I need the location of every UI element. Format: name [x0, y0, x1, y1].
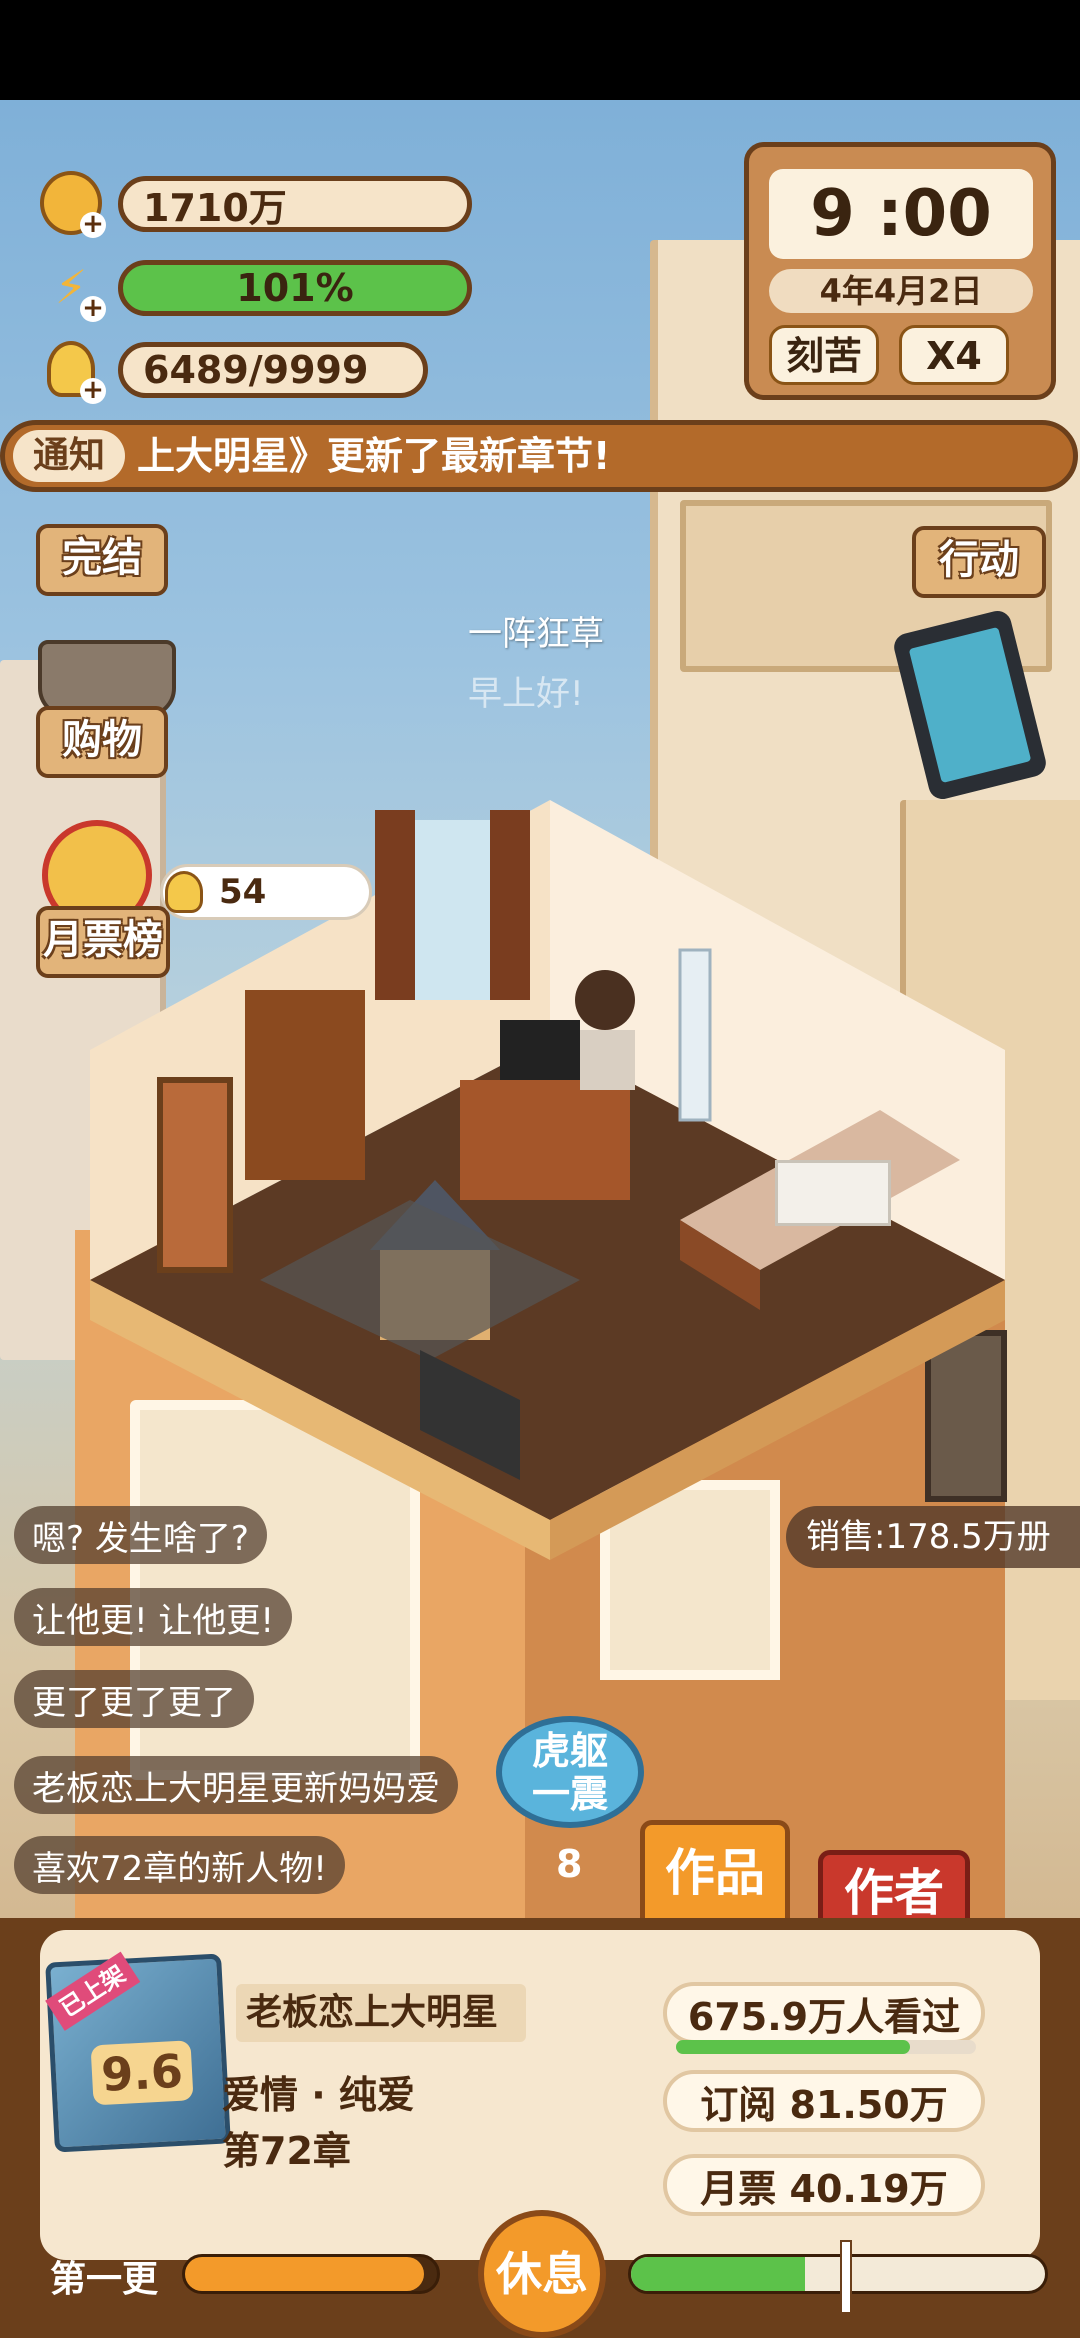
floating-text-1: 一阵狂草 — [468, 614, 604, 654]
plus-icon: + — [80, 211, 106, 238]
shelved-badge: 已上架 — [45, 1951, 141, 2031]
lightbulb-icon — [165, 871, 203, 913]
coin-icon: + — [40, 171, 106, 238]
ac-unit — [775, 1160, 891, 1226]
inspiration-stat[interactable]: + 6489/9999 — [40, 338, 440, 408]
readers-progress-fill — [676, 2040, 910, 2054]
chat-message: 更了更了更了 — [14, 1670, 254, 1728]
update-progress-track — [182, 2254, 440, 2294]
combo-label-bottom: 一震 — [531, 1772, 608, 1816]
inspiration-value: 6489/9999 — [118, 342, 428, 398]
mode-button[interactable]: 刻苦 — [769, 325, 879, 385]
combo-count: 8 — [556, 1842, 583, 1886]
chat-message: 嗯? 发生啥了? — [14, 1506, 267, 1564]
book-score: 9.6 — [90, 2040, 194, 2106]
clock-date: 4年4月2日 — [769, 269, 1033, 313]
notice-text: 上大明星》更新了最新章节! — [137, 434, 611, 478]
combo-label-top: 虎躯 — [531, 1729, 608, 1773]
energy-bar: 101% — [118, 260, 472, 316]
plus-icon: + — [80, 295, 106, 322]
energy-stat[interactable]: ⚡ + 101% — [40, 256, 472, 326]
lightning-icon: ⚡ + — [40, 256, 106, 322]
subscribe-pill: 订阅 81.50万 — [663, 2070, 985, 2132]
coins-value: 1710万 — [118, 176, 472, 232]
book-title: 老板恋上大明星 — [236, 1984, 526, 2042]
progress-marker — [840, 2240, 852, 2314]
finish-button[interactable]: 完结 — [36, 524, 168, 596]
energy-progress-track — [628, 2254, 1048, 2294]
floating-text-2: 早上好! — [468, 674, 584, 714]
combo-button[interactable]: 虎躯 一震 — [496, 1716, 644, 1828]
plus-icon: + — [80, 377, 106, 404]
action-button[interactable]: 行动 — [912, 526, 1046, 598]
clock-panel: 9 :00 4年4月2日 刻苦 X4 — [744, 142, 1056, 400]
book-cover[interactable]: 已上架 9.6 — [45, 1951, 231, 2153]
chat-message: 老板恋上大明星更新妈妈爱 — [14, 1756, 458, 1814]
tab-works[interactable]: 作品 — [640, 1820, 790, 1920]
monthly-votes-text: 月票 40.19万 — [700, 2166, 948, 2211]
coins-text: 1710万 — [143, 185, 287, 230]
idea-bubble[interactable]: 54 — [160, 864, 372, 920]
sales-badge: 销售:178.5万册 — [786, 1506, 1080, 1568]
readers-text: 675.9万人看过 — [687, 1994, 961, 2039]
lightbulb-icon: + — [40, 338, 106, 404]
monthly-rank-button[interactable]: 月票榜 — [36, 906, 170, 978]
chat-message: 让他更! 让他更! — [14, 1588, 293, 1646]
inspiration-text: 6489/9999 — [143, 348, 369, 392]
coins-stat[interactable]: + 1710万 — [40, 171, 472, 242]
energy-progress-fill — [631, 2257, 805, 2291]
shopping-button[interactable]: 购物 — [36, 706, 168, 778]
notice-label: 通知 — [13, 430, 125, 482]
readers-pill: 675.9万人看过 — [663, 1982, 985, 2044]
room-illustration — [90, 800, 1005, 1560]
chat-message: 喜欢72章的新人物! — [14, 1836, 345, 1894]
idea-count: 54 — [219, 872, 267, 912]
speed-button[interactable]: X4 — [899, 325, 1009, 385]
clock-time: 9 :00 — [769, 169, 1033, 259]
update-progress-fill — [185, 2257, 425, 2291]
monthly-votes-pill: 月票 40.19万 — [663, 2154, 985, 2216]
subscribe-text: 订阅 81.50万 — [700, 2082, 948, 2127]
update-label: 第一更 — [50, 2259, 159, 2300]
readers-progress-track — [676, 2040, 976, 2054]
book-genre: 爱情 · 纯爱 — [222, 2073, 415, 2117]
status-bar — [0, 0, 1080, 100]
rest-button[interactable]: 休息 — [478, 2210, 606, 2338]
notice-bar[interactable]: 通知 上大明星》更新了最新章节! — [0, 420, 1078, 492]
book-chapter: 第72章 — [222, 2129, 351, 2173]
energy-text: 101% — [236, 266, 354, 310]
